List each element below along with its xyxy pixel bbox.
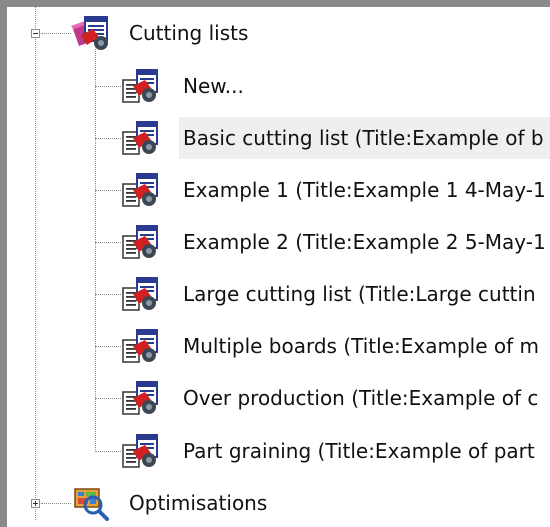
tree-node-label: Part graining (Title:Example of part [183,439,535,463]
cutting-list-doc-icon [122,434,158,468]
tree-line-h [95,138,121,139]
tree-node-label: New... [183,74,244,98]
cutting-list-doc-icon [122,329,158,363]
tree-line-h [95,242,121,243]
tree-node-label: Example 1 (Title:Example 1 4-May-1 [183,178,546,202]
tree-node-label: Example 2 (Title:Example 2 5-May-1 [183,230,546,254]
tree-line-root-h [41,33,71,34]
tree-node-label: Over production (Title:Example of c [183,386,539,410]
tree-node-label: Large cutting list (Title:Large cuttin [183,282,536,306]
tree-node-label: Basic cutting list (Title:Example of b [179,117,550,159]
cutting-list-folder-icon [71,16,108,50]
tree-line-h [95,86,121,87]
collapse-toggle-cutting-lists[interactable] [31,29,40,38]
cutting-list-doc-icon [122,277,158,311]
cutting-list-doc-icon [122,225,158,259]
tree-line-h [95,190,121,191]
optimisations-icon [74,488,109,521]
tree-view-pane: Cutting lists New... Basic cutting list … [0,0,550,527]
tree-node-label: Multiple boards (Title:Example of m [183,334,539,358]
tree-line-children [95,49,96,452]
cutting-lists-tree: Cutting lists New... Basic cutting list … [7,7,550,527]
cutting-list-doc-icon [122,381,158,415]
cutting-list-doc-icon [122,173,158,207]
expand-toggle-optimisations[interactable] [31,499,40,508]
tree-line-h [95,294,121,295]
cutting-list-doc-icon [122,121,158,155]
tree-line-second-h [41,503,71,504]
tree-line-root [35,7,36,520]
tree-node-label: Optimisations [129,491,268,515]
tree-line-h [95,451,121,452]
tree-line-h [95,398,121,399]
cutting-list-doc-icon [122,69,158,103]
tree-line-h [95,346,121,347]
tree-node-label: Cutting lists [129,21,249,45]
